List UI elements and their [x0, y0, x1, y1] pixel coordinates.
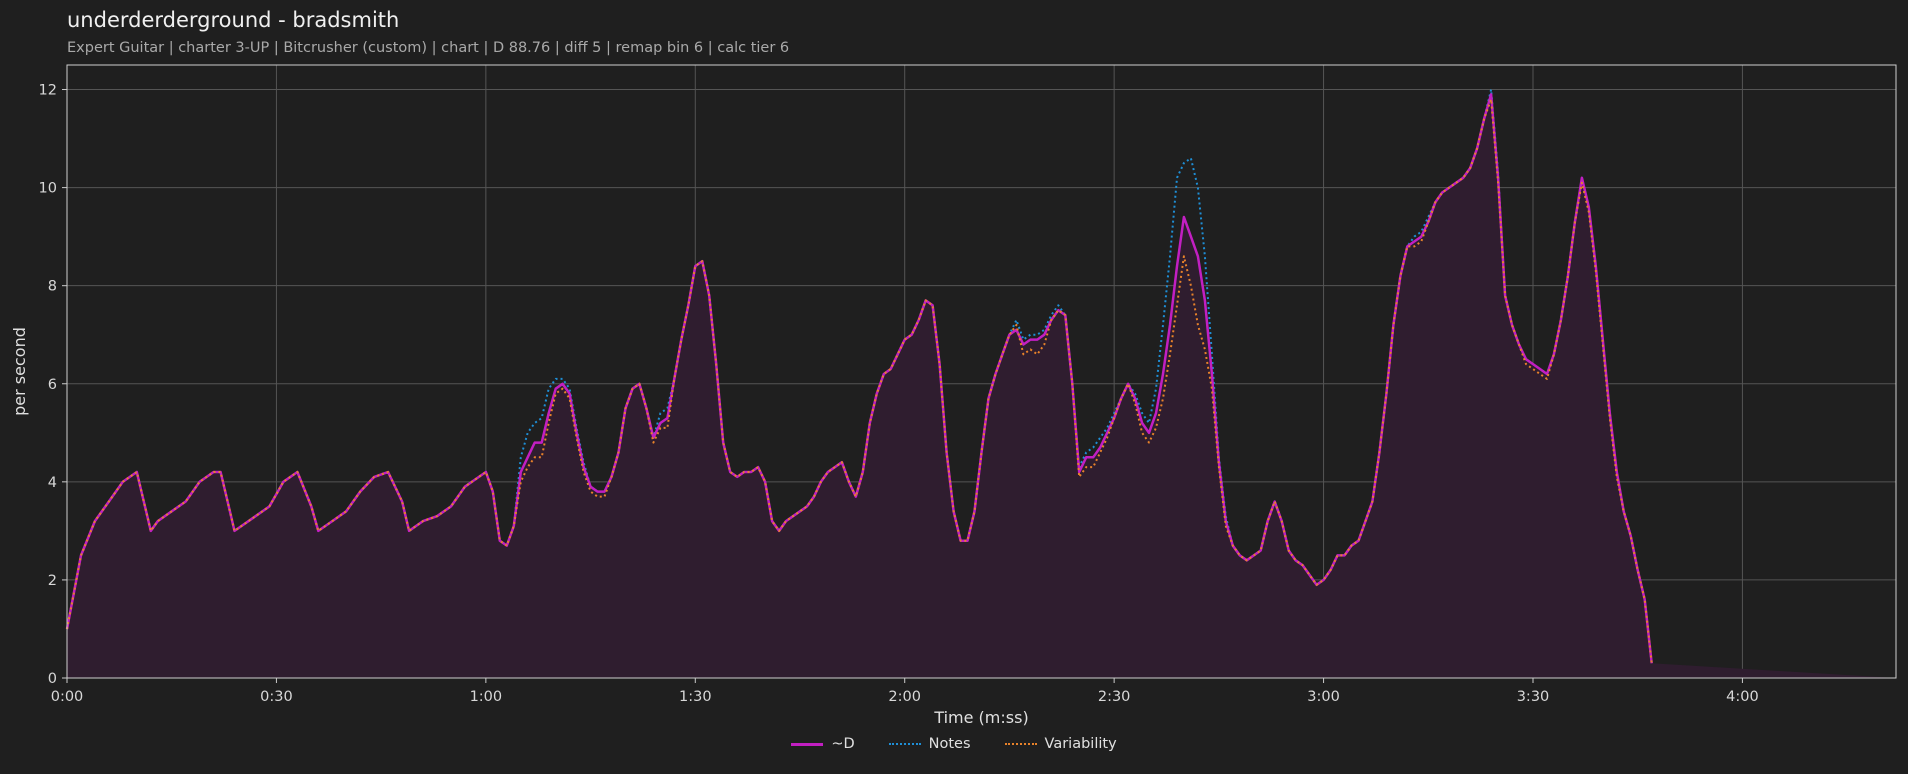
area-fill-d [67, 94, 1896, 678]
y-tick-label: 6 [48, 377, 57, 393]
x-tick-label: 1:00 [470, 689, 503, 705]
legend-item-d: ~D [791, 736, 855, 752]
legend-swatch-d [791, 742, 824, 746]
y-tick-label: 12 [39, 83, 57, 99]
x-tick-label: 4:00 [1726, 689, 1759, 705]
x-tick-label: 1:30 [679, 689, 712, 705]
legend-item-notes: Notes [888, 736, 971, 752]
legend-swatch-variability [1004, 743, 1037, 745]
legend-label-d: ~D [831, 736, 855, 752]
legend: ~D Notes Variability [0, 736, 1908, 752]
x-tick-label: 0:30 [260, 689, 293, 705]
y-axis-label: per second [10, 327, 29, 416]
x-tick-label: 0:00 [51, 689, 84, 705]
x-axis-label: Time (m:ss) [933, 708, 1028, 727]
legend-item-variability: Variability [1004, 736, 1117, 752]
legend-label-notes: Notes [928, 736, 971, 752]
y-tick-label: 0 [48, 671, 57, 687]
x-tick-label: 3:00 [1307, 689, 1340, 705]
legend-label-variability: Variability [1044, 736, 1117, 752]
x-tick-label: 2:00 [888, 689, 921, 705]
y-tick-label: 8 [48, 279, 57, 295]
line-chart: 0:00 0:30 1:00 1:30 2:00 2:30 3:00 3:30 4:00 0 2 4 6… [10, 64, 1897, 727]
y-tick-label: 10 [39, 181, 57, 197]
x-tick-label: 2:30 [1098, 689, 1131, 705]
x-tick-label: 3:30 [1517, 689, 1550, 705]
legend-swatch-notes [888, 743, 921, 745]
y-tick-label: 2 [48, 573, 57, 589]
y-tick-label: 4 [48, 475, 57, 491]
area-fill [67, 94, 1896, 678]
